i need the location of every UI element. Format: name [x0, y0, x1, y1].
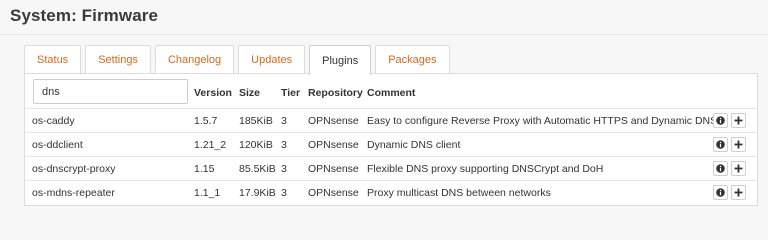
- tab-plugins[interactable]: Plugins: [309, 45, 372, 75]
- plugin-repository: OPNsense: [308, 163, 359, 175]
- plugin-size: 17.9KiB: [239, 187, 276, 199]
- plugin-repository: OPNsense: [308, 139, 359, 151]
- column-header-size[interactable]: Size: [239, 87, 260, 99]
- tab-settings[interactable]: Settings: [85, 45, 151, 74]
- info-button[interactable]: [713, 137, 728, 152]
- info-button[interactable]: [713, 161, 728, 176]
- plugin-comment: Flexible DNS proxy supporting DNSCrypt a…: [367, 163, 604, 175]
- install-button[interactable]: [731, 161, 746, 176]
- plugin-tier: 3: [281, 139, 287, 151]
- search-input[interactable]: [33, 79, 188, 104]
- plugin-comment: Proxy multicast DNS between networks: [367, 187, 551, 199]
- page-title: System: Firmware: [10, 6, 159, 25]
- tab-bar: Status Settings Changelog Updates Plugin…: [24, 45, 454, 75]
- plugin-comment: Dynamic DNS client: [367, 139, 461, 151]
- tab-changelog[interactable]: Changelog: [154, 45, 235, 74]
- plugin-size: 120KiB: [239, 139, 273, 151]
- title-divider: [0, 34, 768, 35]
- plus-icon: [734, 116, 743, 125]
- tab-packages[interactable]: Packages: [375, 45, 450, 74]
- column-header-version[interactable]: Version: [194, 87, 232, 99]
- info-button[interactable]: [713, 185, 728, 200]
- plugin-tier: 3: [281, 115, 287, 127]
- column-header-repository[interactable]: Repository: [308, 87, 363, 99]
- plus-icon: [734, 188, 743, 197]
- plus-icon: [734, 140, 743, 149]
- plugin-version: 1.1_1: [194, 187, 221, 199]
- plugin-tier: 3: [281, 163, 287, 175]
- plugin-repository: OPNsense: [308, 187, 359, 199]
- plugin-version: 1.5.7: [194, 115, 218, 127]
- plugin-version: 1.15: [194, 163, 215, 175]
- info-icon: [716, 164, 725, 173]
- table-row: os-ddclient 1.21_2 120KiB 3 OPNsense Dyn…: [25, 132, 757, 156]
- column-header-comment[interactable]: Comment: [367, 87, 415, 99]
- plugin-size: 85.5KiB: [239, 163, 276, 175]
- plugin-name: os-mdns-repeater: [32, 187, 115, 199]
- info-button[interactable]: [713, 113, 728, 128]
- plugin-name: os-caddy: [32, 115, 75, 127]
- table-row: os-mdns-repeater 1.1_1 17.9KiB 3 OPNsens…: [25, 180, 757, 204]
- install-button[interactable]: [731, 185, 746, 200]
- plugin-version: 1.21_2: [194, 139, 227, 151]
- table-row: os-dnscrypt-proxy 1.15 85.5KiB 3 OPNsens…: [25, 156, 757, 180]
- plugin-tier: 3: [281, 187, 287, 199]
- plugin-comment: Easy to configure Reverse Proxy with Aut…: [367, 115, 718, 127]
- tab-updates[interactable]: Updates: [238, 45, 306, 74]
- column-header-tier[interactable]: Tier: [281, 87, 300, 99]
- tab-status[interactable]: Status: [24, 45, 82, 74]
- info-icon: [716, 116, 725, 125]
- plugin-repository: OPNsense: [308, 115, 359, 127]
- install-button[interactable]: [731, 137, 746, 152]
- plugin-name: os-ddclient: [32, 139, 83, 151]
- plugin-name: os-dnscrypt-proxy: [32, 163, 116, 175]
- plugin-size: 185KiB: [239, 115, 273, 127]
- install-button[interactable]: [731, 113, 746, 128]
- plus-icon: [734, 164, 743, 173]
- info-icon: [716, 140, 725, 149]
- table-row: os-caddy 1.5.7 185KiB 3 OPNsense Easy to…: [25, 108, 757, 132]
- info-icon: [716, 188, 725, 197]
